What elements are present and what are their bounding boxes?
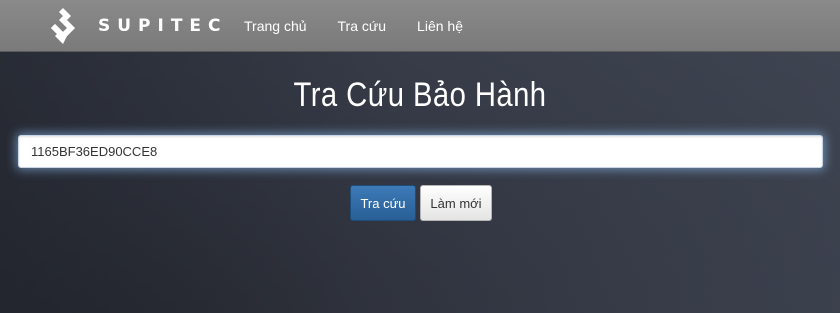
brand[interactable]: SUPITEC (44, 7, 228, 45)
nav-link-home[interactable]: Trang chủ (244, 18, 307, 34)
action-buttons: Tra cứu Làm mới (350, 185, 492, 221)
top-navbar: SUPITEC Trang chủ Tra cứu Liên hệ (0, 0, 840, 52)
brand-name: SUPITEC (98, 16, 228, 36)
nav-links: Trang chủ Tra cứu Liên hệ (244, 0, 494, 52)
reset-button[interactable]: Làm mới (420, 185, 492, 221)
main-content: Tra Cứu Bảo Hành Tra cứu Làm mới (0, 52, 840, 313)
supitec-logo-icon (51, 8, 75, 44)
nav-link-lookup[interactable]: Tra cứu (338, 18, 387, 34)
warranty-code-input[interactable] (18, 135, 823, 168)
page-title: Tra Cứu Bảo Hành (293, 76, 547, 114)
nav-link-contact[interactable]: Liên hệ (417, 18, 463, 34)
search-button[interactable]: Tra cứu (350, 185, 416, 221)
